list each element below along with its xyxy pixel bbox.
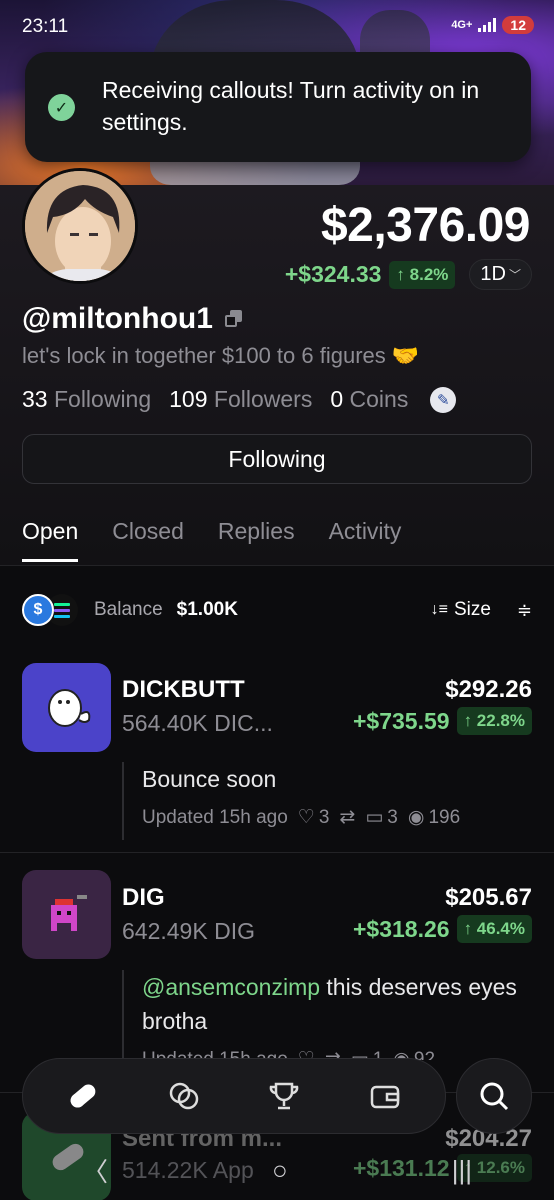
- token-quantity: 642.49K DIG: [122, 918, 255, 944]
- circles-icon: [169, 1082, 198, 1110]
- like-count: 3: [318, 806, 330, 828]
- user-handle: @miltonhou1: [22, 302, 213, 335]
- heart-icon: ♡: [297, 807, 315, 828]
- battery-indicator: 12: [502, 16, 534, 34]
- wallet-icon: [370, 1085, 399, 1109]
- bottom-nav: [22, 1058, 446, 1134]
- tab-replies[interactable]: Replies: [218, 518, 295, 562]
- status-time: 23:11: [22, 16, 69, 37]
- callout[interactable]: @ansemconzimp this deserves eyes brotha …: [122, 970, 532, 1060]
- nav-home[interactable]: [45, 1068, 121, 1124]
- reply-count: 3: [387, 806, 398, 828]
- pill-icon: [70, 1084, 96, 1108]
- user-handle-row: @miltonhou1: [22, 302, 243, 336]
- following-button[interactable]: Following: [22, 434, 532, 484]
- status-bar: 23:11 4G+ 12: [0, 0, 554, 56]
- coins-stat[interactable]: 0 Coins: [330, 386, 408, 413]
- check-circle-icon: ✓: [48, 94, 75, 121]
- home-icon[interactable]: ○: [272, 1155, 288, 1186]
- copy-icon[interactable]: [224, 310, 243, 328]
- sort-button[interactable]: ↓≡ Size: [431, 599, 491, 621]
- portfolio-pnl: +$324.33 ↑ 8.2% 1D ﹀: [285, 259, 532, 290]
- filter-icon[interactable]: ≑: [517, 600, 532, 621]
- tab-open[interactable]: Open: [22, 518, 79, 562]
- following-count: 33: [22, 386, 48, 412]
- profile-stats: 33 Following 109 Followers 0 Coins ✎: [22, 386, 457, 413]
- position-value: $292.26: [445, 676, 532, 703]
- portfolio-balance: $2,376.09: [320, 199, 531, 252]
- token-name: DIG: [122, 884, 165, 911]
- signal-icon: [478, 18, 497, 32]
- followers-stat[interactable]: 109 Followers: [169, 386, 312, 413]
- nav-leaderboard[interactable]: [246, 1068, 322, 1124]
- following-stat[interactable]: 33 Following: [22, 386, 151, 413]
- nav-explore[interactable]: [146, 1068, 222, 1124]
- callout-updated: Updated 15h ago: [142, 806, 288, 828]
- usdc-icon: $: [22, 594, 54, 626]
- token-quantity: 564.40K DIC...: [122, 710, 273, 736]
- like-button[interactable]: ♡ 3: [298, 806, 330, 829]
- callout-meta: Updated 15h ago ♡ 3 ⇄ ▭ 3 ◉ 196: [142, 806, 532, 829]
- position-pnl: +$318.26 ↑ 46.4%: [353, 915, 532, 943]
- position-divider: [0, 852, 554, 853]
- search-button[interactable]: [456, 1058, 532, 1134]
- time-range-selector[interactable]: 1D ﹀: [469, 259, 532, 290]
- avatar[interactable]: [22, 168, 138, 284]
- verified-badge-icon[interactable]: ✎: [430, 386, 457, 413]
- nav-wallet[interactable]: [347, 1068, 423, 1124]
- followers-label: Followers: [213, 386, 313, 412]
- pnl-amount: +$324.33: [284, 261, 382, 287]
- balance-value: $1.00K: [176, 599, 238, 620]
- back-icon[interactable]: 〈: [82, 1152, 108, 1189]
- tab-activity[interactable]: Activity: [329, 518, 402, 562]
- position-pnl-amount: +$318.26: [352, 915, 450, 942]
- coins-label: Coins: [349, 386, 409, 412]
- recents-icon[interactable]: |||: [452, 1155, 472, 1186]
- callout[interactable]: Bounce soon Updated 15h ago ♡ 3 ⇄ ▭ 3 ◉ 196: [122, 762, 532, 840]
- time-range-label: 1D: [480, 263, 506, 285]
- token-icon-dickbutt: [22, 663, 111, 752]
- callout-toast[interactable]: ✓ Receiving callouts! Turn activity on i…: [25, 52, 531, 162]
- token-name: DICKBUTT: [122, 676, 245, 703]
- callout-text: @ansemconzimp this deserves eyes brotha: [142, 970, 532, 1038]
- position-pnl-amount: +$735.59: [352, 707, 450, 734]
- views: ◉ 196: [408, 806, 460, 829]
- callout-text: Bounce soon: [142, 766, 277, 792]
- chevron-down-icon: ﹀: [508, 268, 521, 282]
- repost-icon: ⇄: [339, 807, 356, 828]
- followers-count: 109: [169, 386, 208, 412]
- system-navigation: 〈 ○ |||: [0, 1140, 554, 1200]
- view-count: 196: [428, 806, 461, 828]
- repost-button[interactable]: ⇄: [339, 806, 355, 829]
- profile-tabs: Open Closed Replies Activity: [22, 518, 401, 562]
- following-label: Following: [53, 386, 152, 412]
- sort-label: Size: [453, 599, 491, 620]
- eye-icon: ◉: [407, 807, 425, 828]
- search-icon: [480, 1082, 509, 1111]
- reply-button[interactable]: ▭ 3: [365, 806, 398, 829]
- sort-icon: ↓≡: [430, 601, 448, 618]
- comment-icon: ▭: [365, 807, 384, 828]
- cash-balance-row: $ Balance $1.00K ↓≡ Size ≑: [22, 592, 532, 628]
- toast-message: Receiving callouts! Turn activity on in …: [102, 77, 480, 135]
- token-icon-dig: [22, 870, 111, 959]
- position-pnl-percent: ↑ 22.8%: [456, 707, 532, 735]
- network-type: 4G+: [451, 18, 473, 31]
- pnl-percent-badge: ↑ 8.2%: [389, 260, 456, 289]
- user-bio: let's lock in together $100 to 6 figures…: [22, 343, 420, 368]
- position-pnl: +$735.59 ↑ 22.8%: [353, 707, 532, 735]
- balance-label: Balance: [94, 599, 163, 620]
- mention-link[interactable]: @ansemconzimp: [142, 974, 320, 1000]
- tabs-divider: [0, 565, 554, 566]
- trophy-icon: [269, 1082, 299, 1110]
- position-pnl-percent: ↑ 46.4%: [456, 915, 532, 943]
- coins-count: 0: [330, 386, 344, 412]
- tab-closed[interactable]: Closed: [112, 518, 184, 562]
- position-value: $205.67: [445, 884, 532, 911]
